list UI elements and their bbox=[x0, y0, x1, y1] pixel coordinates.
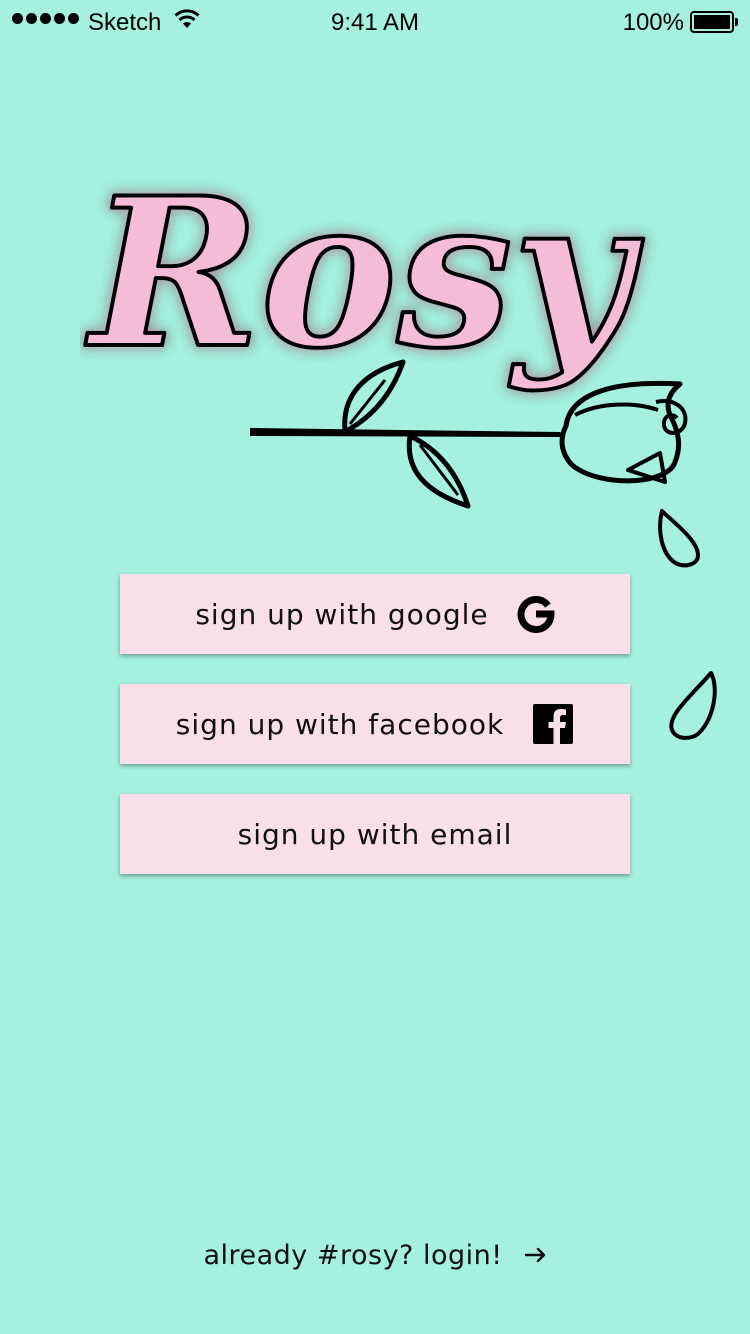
signup-email-label: sign up with email bbox=[237, 817, 513, 851]
signup-email-button[interactable]: sign up with email bbox=[120, 794, 630, 874]
google-icon bbox=[517, 595, 555, 633]
water-drop-icon bbox=[669, 671, 717, 740]
login-link-text: already #rosy? login! bbox=[203, 1240, 503, 1271]
logo-text: Rosy bbox=[85, 154, 644, 394]
status-bar: Sketch 9:41 AM 100% bbox=[0, 0, 750, 44]
water-drop-icon bbox=[658, 509, 700, 568]
signup-facebook-label: sign up with facebook bbox=[175, 707, 505, 741]
signup-facebook-button[interactable]: sign up with facebook bbox=[120, 684, 630, 764]
battery-icon bbox=[690, 11, 738, 33]
facebook-icon bbox=[532, 704, 574, 744]
signup-google-button[interactable]: sign up with google bbox=[120, 574, 630, 654]
battery-percent: 100% bbox=[622, 9, 684, 36]
signup-google-label: sign up with google bbox=[195, 597, 489, 631]
rosy-logo: Rosy bbox=[80, 140, 740, 580]
login-link[interactable]: already #rosy? login! bbox=[0, 1240, 750, 1271]
arrow-right-icon bbox=[524, 1242, 547, 1270]
rose-icon: Rosy bbox=[83, 152, 688, 509]
